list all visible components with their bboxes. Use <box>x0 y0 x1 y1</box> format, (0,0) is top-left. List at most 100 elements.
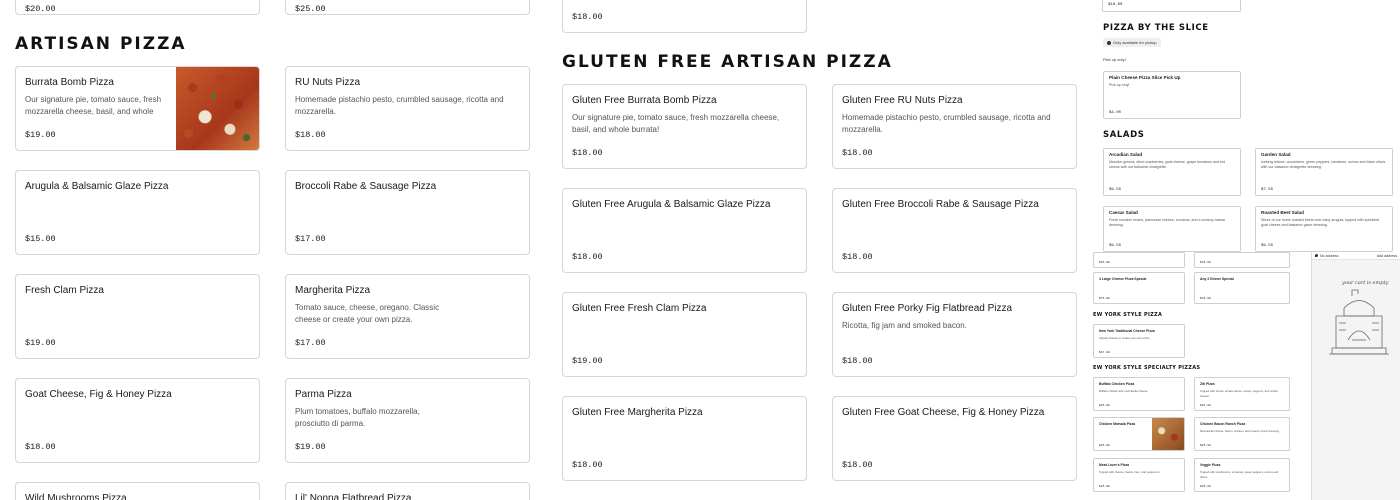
item-price: $21.00 <box>1200 404 1211 407</box>
menu-item-card[interactable]: Gluten Free RU Nuts Pizza Homemade pista… <box>832 84 1077 169</box>
item-description: Slices of our home roasted beets over ba… <box>1261 218 1380 227</box>
menu-item-card[interactable]: RU Nuts Pizza Homemade pistachio pesto, … <box>285 66 530 151</box>
item-price: $75.00 <box>1099 297 1110 300</box>
item-price: $18.00 <box>572 460 603 470</box>
item-price: $45.00 <box>1200 297 1211 300</box>
mini-menu-card[interactable]: Garden Salad Iceberg lettuce, cucumbers,… <box>1255 148 1393 196</box>
item-name: Meat Lover's Pizza <box>1099 463 1130 467</box>
item-name: Goat Cheese, Fig & Honey Pizza <box>25 389 172 400</box>
item-description: Our signature pie, tomato sauce, fresh m… <box>572 113 780 134</box>
pizza-photo <box>1152 418 1184 450</box>
mini-menu-card[interactable]: Veggie Pizza Topped with mushrooms, toma… <box>1194 458 1290 492</box>
mini-menu-card[interactable]: Chicken Bacon Ranch Pizza Mozzarella che… <box>1194 417 1290 451</box>
section-title-ny: EW YORK STYLE PIZZA <box>1093 312 1163 318</box>
gluten-free-cut-card[interactable]: $18.00 <box>562 0 807 33</box>
item-name: Margherita Pizza <box>295 285 371 296</box>
menu-item-card[interactable]: Arugula & Balsamic Glaze Pizza $15.00 <box>15 170 260 255</box>
section-title-slice: Pizza by the Slice <box>1103 23 1209 33</box>
menu-item-card[interactable]: Broccoli Rabe & Sausage Pizza $17.00 <box>285 170 530 255</box>
mini-menu-card[interactable]: Buffalo Chicken Pizza Buffalo chicken an… <box>1093 377 1185 411</box>
item-name: Wild Mushrooms Pizza <box>25 493 127 500</box>
item-price: $18.00 <box>25 442 56 452</box>
item-price: $18.00 <box>1108 3 1123 7</box>
item-name: RU Nuts Pizza <box>295 77 361 88</box>
menu-item-card[interactable]: Gluten Free Fresh Clam Pizza $19.00 <box>562 292 807 377</box>
item-description: Topped with cheese, bacon, ham, and pepp… <box>1099 470 1161 474</box>
item-price: $25.00 <box>1099 404 1110 407</box>
item-name: Arcadian Salad <box>1109 152 1143 157</box>
menu-item-card[interactable]: Gluten Free Arugula & Balsamic Glaze Piz… <box>562 188 807 273</box>
mini-menu-card[interactable]: Arcadian Salad Mesclun greens, dried cra… <box>1103 148 1241 196</box>
item-name: Buffalo Chicken Pizza <box>1099 382 1135 386</box>
item-price: $7.50 <box>1261 188 1274 192</box>
artisan-cut-card-1[interactable]: $20.00 <box>15 0 260 15</box>
item-price: $19.00 <box>25 130 56 140</box>
menu-item-card[interactable]: Gluten Free Margherita Pizza $18.00 <box>562 396 807 481</box>
menu-item-card[interactable]: Fresh Clam Pizza $19.00 <box>15 274 260 359</box>
mini-menu-card[interactable]: $45.00 <box>1093 252 1185 268</box>
mini-menu-card[interactable]: Meat Lover's Pizza Topped with cheese, b… <box>1093 458 1185 492</box>
artisan-cut-card-2[interactable]: $25.00 <box>285 0 530 15</box>
cart-add-address[interactable]: Add address <box>1377 254 1397 258</box>
mini-menu-card[interactable]: Roasted Beet Salad Slices of our home ro… <box>1255 206 1393 252</box>
mini-menu-card[interactable]: Any 2 Dinner Special $45.00 <box>1194 272 1290 304</box>
item-price: $19.00 <box>572 356 603 366</box>
item-name: Ziti Pizza <box>1200 382 1215 386</box>
item-description: Pick up only! <box>1109 83 1130 87</box>
item-price: $25.00 <box>295 4 326 14</box>
menu-item-card[interactable]: Wild Mushrooms Pizza <box>15 482 260 500</box>
item-price: $20.00 <box>25 4 56 14</box>
item-name: 4 Large Cheese Pizza Special <box>1099 277 1147 281</box>
item-price: $45.00 <box>1200 261 1211 264</box>
mini-menu-card[interactable]: 4 Large Cheese Pizza Special $75.00 <box>1093 272 1185 304</box>
mini-menu-card[interactable]: Ziti Pizza Topped with ricotta, tomato s… <box>1194 377 1290 411</box>
item-description: Ricotta, fig jam and smoked bacon. <box>842 321 967 330</box>
item-description: Topped with mushrooms, tomatoes, green p… <box>1200 470 1279 479</box>
item-name: Gluten Free Broccoli Rabe & Sausage Pizz… <box>842 199 1039 210</box>
cart-empty-text: your cart is empty <box>1342 280 1389 286</box>
item-description: Our signature pie, tomato sauce, fresh m… <box>25 95 162 116</box>
item-price: $18.00 <box>842 252 873 262</box>
mini-menu-card[interactable]: Chicken Marsala Pizza $25.00 <box>1093 417 1185 451</box>
item-price: $18.00 <box>842 148 873 158</box>
item-name: Garden Salad <box>1261 152 1291 157</box>
menu-item-card[interactable]: Lil' Nonna Flatbread Pizza <box>285 482 530 500</box>
section-title-artisan: Artisan Pizza <box>15 34 187 54</box>
menu-item-card[interactable]: Gluten Free Broccoli Rabe & Sausage Pizz… <box>832 188 1077 273</box>
menu-item-card[interactable]: Margherita Pizza Tomato sauce, cheese, o… <box>285 274 530 359</box>
mini-menu-card[interactable]: Caesar Salad Fresh romaine hearts, parme… <box>1103 206 1241 252</box>
item-name: Gluten Free Margherita Pizza <box>572 407 703 418</box>
menu-item-card[interactable]: Gluten Free Goat Cheese, Fig & Honey Piz… <box>832 396 1077 481</box>
item-price: $45.00 <box>1099 261 1110 264</box>
item-name: Gluten Free Fresh Clam Pizza <box>572 303 707 314</box>
item-price: $18.00 <box>842 356 873 366</box>
mini-menu-card[interactable]: $45.00 <box>1194 252 1290 268</box>
cart-panel: No address Add address your cart is empt… <box>1311 252 1400 500</box>
mini-menu-card[interactable]: New York Traditional Cheese Pizza Classi… <box>1093 324 1185 358</box>
mini-menu-card[interactable]: Plain Cheese Pizza Slice Pick Up Pick up… <box>1103 71 1241 119</box>
item-price: $18.00 <box>572 12 603 22</box>
cart-address-bar[interactable]: No address Add address <box>1312 252 1400 260</box>
item-price: $25.00 <box>1200 485 1211 488</box>
menu-item-card[interactable]: Burrata Bomb Pizza Our signature pie, to… <box>15 66 260 151</box>
item-name: Gluten Free Arugula & Balsamic Glaze Piz… <box>572 199 771 210</box>
item-price: $18.00 <box>572 148 603 158</box>
item-description: Buffalo chicken and mozzarella cheese. <box>1099 389 1149 393</box>
item-price: $17.00 <box>295 234 326 244</box>
item-price: $18.00 <box>572 252 603 262</box>
item-description: Fresh romaine hearts, parmesan cheese, c… <box>1109 218 1226 227</box>
section-title-ny-specialty: EW YORK STYLE SPECIALTY PIZZAS <box>1093 365 1201 371</box>
item-description: Mozzarella cheese, bacon, chicken, and c… <box>1200 429 1280 433</box>
item-price: $9.50 <box>1261 244 1274 248</box>
item-name: Roasted Beet Salad <box>1261 210 1304 215</box>
menu-item-card[interactable]: Goat Cheese, Fig & Honey Pizza $18.00 <box>15 378 260 463</box>
item-price: $4.00 <box>1109 111 1122 115</box>
item-name: Gluten Free Goat Cheese, Fig & Honey Piz… <box>842 407 1045 418</box>
pickup-badge-text: Only available for pickup <box>1113 40 1157 45</box>
item-price: $25.00 <box>1099 485 1110 488</box>
menu-item-card[interactable]: Gluten Free Burrata Bomb Pizza Our signa… <box>562 84 807 169</box>
menu-item-card[interactable]: Gluten Free Porky Fig Flatbread Pizza Ri… <box>832 292 1077 377</box>
menu-item-card[interactable]: Parma Pizza Plum tomatoes, buffalo mozza… <box>285 378 530 463</box>
mini-menu-card[interactable]: $18.00 <box>1102 0 1241 12</box>
item-description: Topped with ricotta, tomato sauce, onion… <box>1200 389 1278 398</box>
